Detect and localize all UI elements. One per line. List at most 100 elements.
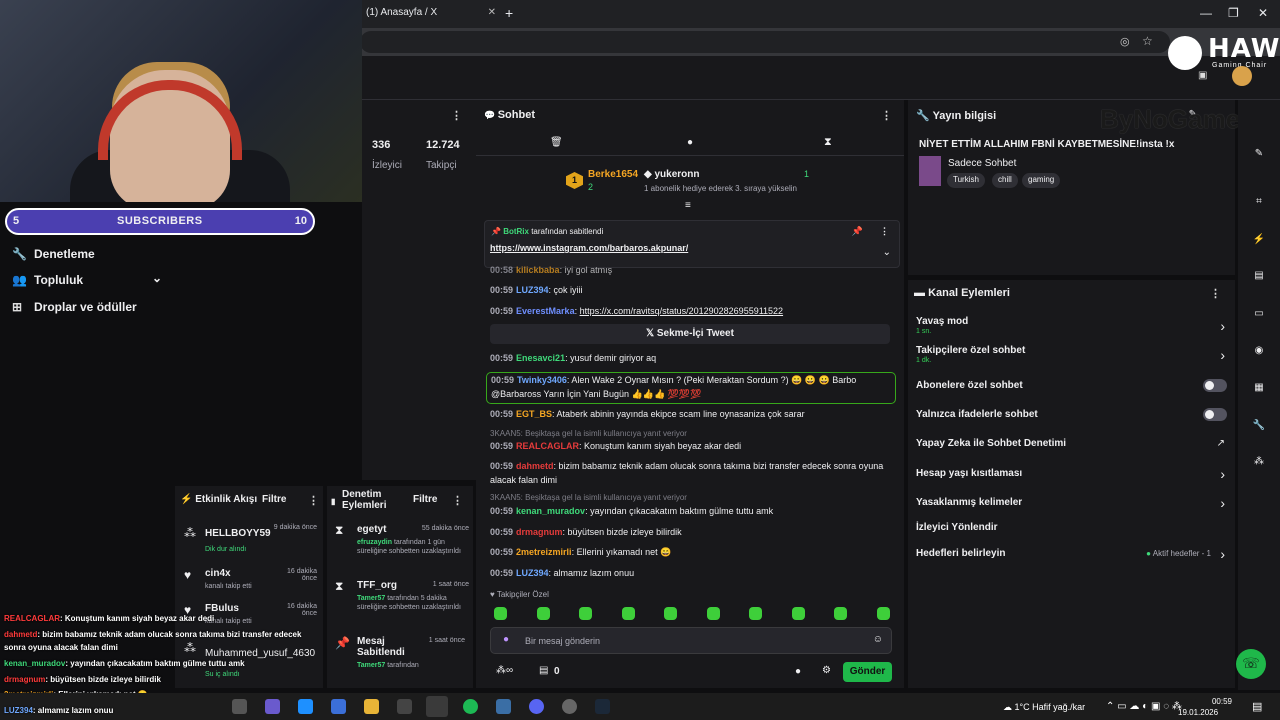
wrench-icon[interactable]: 🔧	[1250, 420, 1268, 438]
tray-icons[interactable]: ⌃ ▭ ☁ ◐ ▣ ◌ ⁂	[1106, 701, 1182, 712]
mail-icon[interactable]	[331, 699, 346, 714]
hourglass-icon[interactable]: ⧗	[824, 136, 832, 149]
xbox-icon[interactable]	[397, 699, 412, 714]
close-tab-icon[interactable]: ✕	[488, 7, 496, 18]
emote[interactable]	[537, 607, 550, 620]
emote[interactable]	[494, 607, 507, 620]
more-options-icon[interactable]: ⋮	[451, 109, 462, 122]
chevron-right-icon[interactable]: ›	[1220, 347, 1225, 363]
address-input[interactable]	[360, 31, 1170, 53]
chat-link[interactable]: https://x.com/ravitsq/status/20129028269…	[580, 306, 783, 316]
weather-widget[interactable]: ☁ 1°C Hafif yağ./kar	[1003, 702, 1085, 713]
creator-icon[interactable]: ▣	[1198, 70, 1207, 81]
tag-pill[interactable]: chill	[992, 173, 1018, 188]
chevron-down-icon[interactable]: ⌄	[883, 247, 891, 258]
emoji-icon[interactable]: ☺	[873, 634, 883, 645]
emote[interactable]	[664, 607, 677, 620]
spotify-icon[interactable]	[463, 699, 478, 714]
task-view-icon[interactable]	[232, 699, 247, 714]
emote[interactable]	[579, 607, 592, 620]
emote[interactable]	[834, 607, 847, 620]
audit-item-name[interactable]: Mesaj Sabitlendi	[357, 636, 417, 658]
action-raid[interactable]: İzleyici Yönlendir	[916, 522, 998, 533]
lightning-icon[interactable]: ⚡	[1250, 234, 1268, 252]
feed-item-name[interactable]: cin4x	[205, 568, 231, 579]
apps-icon[interactable]: ⁂	[1250, 456, 1268, 474]
notifications-icon[interactable]: ▤	[1252, 700, 1262, 713]
trash-icon[interactable]: 🗑	[550, 137, 563, 148]
send-button[interactable]: Gönder	[843, 662, 892, 682]
chat-bubble-icon[interactable]: ●	[687, 137, 693, 148]
toggle-sub-chat[interactable]	[1203, 379, 1227, 392]
app-icon[interactable]	[496, 699, 511, 714]
action-emote-chat[interactable]: Yalnızca ifadelerle sohbet	[916, 409, 1038, 420]
chevron-right-icon[interactable]: ›	[1220, 495, 1225, 511]
steam-icon[interactable]	[595, 699, 610, 714]
chat-input[interactable]: ● Bir mesaj gönderin ☺	[490, 627, 892, 654]
star-icon[interactable]: ☆	[1142, 34, 1153, 48]
clock-date[interactable]: 19.01.2026	[1178, 708, 1218, 717]
browser-tab[interactable]: (1) Anasayfa / X ✕	[360, 4, 500, 24]
action-sub-chat[interactable]: Abonelere özel sohbet	[916, 380, 1023, 391]
chat-options-icon[interactable]: ⋮	[881, 109, 892, 122]
eye-off-icon[interactable]: ◎	[1120, 35, 1130, 48]
clock-time[interactable]: 00:59	[1208, 697, 1232, 706]
audit-item-name[interactable]: egetyt	[357, 524, 386, 535]
pencil-icon[interactable]: ✎	[1250, 148, 1268, 166]
action-follower-chat[interactable]: Takipçilere özel sohbet	[916, 345, 1025, 356]
emote[interactable]	[622, 607, 635, 620]
tag-pill[interactable]: gaming	[1022, 173, 1061, 188]
maximize-button[interactable]: ❐	[1228, 6, 1239, 20]
feed-item-name[interactable]: HELLBOYY59	[205, 528, 271, 539]
collapse-icon[interactable]: ≡	[685, 200, 691, 211]
feed-item-name[interactable]: Muhammed_yusuf_4630	[205, 648, 315, 659]
clip-icon[interactable]: ⌗	[1250, 196, 1268, 214]
close-window-button[interactable]: ✕	[1258, 6, 1268, 20]
gear-icon[interactable]: ⚙	[822, 665, 831, 676]
toggle-emote-chat[interactable]	[1203, 408, 1227, 421]
audit-item-name[interactable]: TFF_org	[357, 580, 397, 591]
chat-icon[interactable]: ▭	[1250, 308, 1268, 326]
action-goals[interactable]: Hedefleri belirleyin	[916, 548, 1005, 559]
document-icon[interactable]: ▤	[1250, 270, 1268, 288]
edge-icon[interactable]	[298, 699, 313, 714]
feed-options-icon[interactable]: ⋮	[308, 494, 319, 507]
actions-options-icon[interactable]: ⋮	[1210, 287, 1221, 300]
pin-icon[interactable]: 📌	[852, 226, 863, 237]
tag-pill[interactable]: Turkish	[947, 173, 985, 188]
emote[interactable]	[792, 607, 805, 620]
emote[interactable]	[877, 607, 890, 620]
gifter-name[interactable]: Berke1654	[588, 169, 638, 180]
broadcast-icon[interactable]: ◉	[1250, 345, 1268, 363]
layout-icon[interactable]: ▦	[1250, 382, 1268, 400]
action-account-age[interactable]: Hesap yaşı kısıtlaması	[916, 468, 1022, 479]
external-link-icon[interactable]: ↗	[1217, 438, 1225, 449]
help-button[interactable]: ☏	[1236, 649, 1266, 679]
folder-icon[interactable]	[364, 699, 379, 714]
audit-filter-button[interactable]: Filtre	[413, 494, 437, 505]
gifter2-name[interactable]: ◆ yukeronn	[644, 169, 699, 180]
action-slow-mode[interactable]: Yavaş mod	[916, 316, 968, 327]
action-banned-words[interactable]: Yasaklanmış kelimeler	[916, 497, 1022, 508]
emote[interactable]	[749, 607, 762, 620]
bits-icon[interactable]: ⁂∞	[496, 665, 513, 676]
avatar[interactable]	[1232, 66, 1252, 86]
feed-item-name[interactable]: FBulus	[205, 603, 239, 614]
chat-bubble-icon[interactable]: ●	[795, 666, 801, 677]
pinned-options-icon[interactable]: ⋮	[880, 226, 889, 237]
emote[interactable]	[707, 607, 720, 620]
chevron-right-icon[interactable]: ›	[1220, 318, 1225, 334]
store-icon[interactable]: ▤	[539, 665, 548, 676]
audit-options-icon[interactable]: ⋮	[452, 494, 463, 507]
minimize-button[interactable]: —	[1200, 6, 1212, 20]
new-tab-button[interactable]: +	[505, 5, 513, 21]
sidebar-item-denetleme[interactable]: 🔧 Denetleme	[12, 247, 95, 261]
microphone-icon[interactable]: ●	[503, 634, 509, 645]
chrome-icon[interactable]	[426, 696, 448, 717]
discord-icon[interactable]	[529, 699, 544, 714]
chevron-right-icon[interactable]: ›	[1220, 546, 1225, 562]
category-name[interactable]: Sadece Sohbet	[948, 158, 1016, 169]
action-ai-moderation[interactable]: Yapay Zeka ile Sohbet Denetimi	[916, 438, 1066, 449]
sidebar-item-droplar[interactable]: ⊞ Droplar ve ödüller	[12, 300, 137, 314]
pinned-link[interactable]: https://www.instagram.com/barbaros.akpun…	[490, 243, 688, 253]
